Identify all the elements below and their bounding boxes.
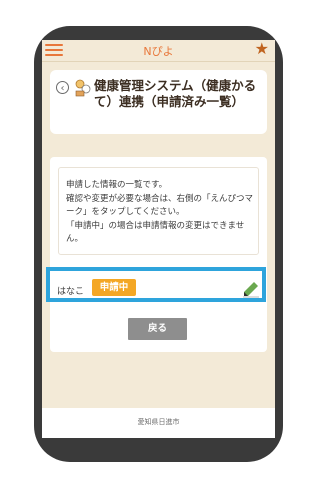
top-bar: Nぴよ ★ bbox=[42, 40, 275, 62]
selection-highlight bbox=[46, 267, 266, 302]
footer-text: 愛知県日進市 bbox=[137, 418, 180, 426]
footer: 愛知県日進市 bbox=[42, 408, 275, 438]
info-text: 申請した情報の一覧です。 確認や変更が必要な場合は、右側の「えんぴつマーク」をタ… bbox=[66, 180, 254, 244]
page-title: 健康管理システム（健康かるて）連携（申請済み一覧） bbox=[94, 78, 257, 109]
app-screen: Nぴよ ★ ‹ 健康管理システム（健康かるて）連携（申請済み一覧） 申請した情報… bbox=[42, 40, 275, 438]
info-box: 申請した情報の一覧です。 確認や変更が必要な場合は、右側の「えんぴつマーク」をタ… bbox=[58, 167, 259, 255]
health-app-icon bbox=[75, 79, 91, 97]
app-title: Nぴよ bbox=[143, 45, 174, 58]
content-card: 申請した情報の一覧です。 確認や変更が必要な場合は、右側の「えんぴつマーク」をタ… bbox=[46, 157, 267, 352]
page-header: ‹ 健康管理システム（健康かるて）連携（申請済み一覧） bbox=[50, 70, 267, 134]
back-button[interactable]: 戻る bbox=[128, 318, 187, 340]
star-icon[interactable]: ★ bbox=[255, 41, 269, 57]
back-circle-icon[interactable]: ‹ bbox=[56, 81, 69, 94]
